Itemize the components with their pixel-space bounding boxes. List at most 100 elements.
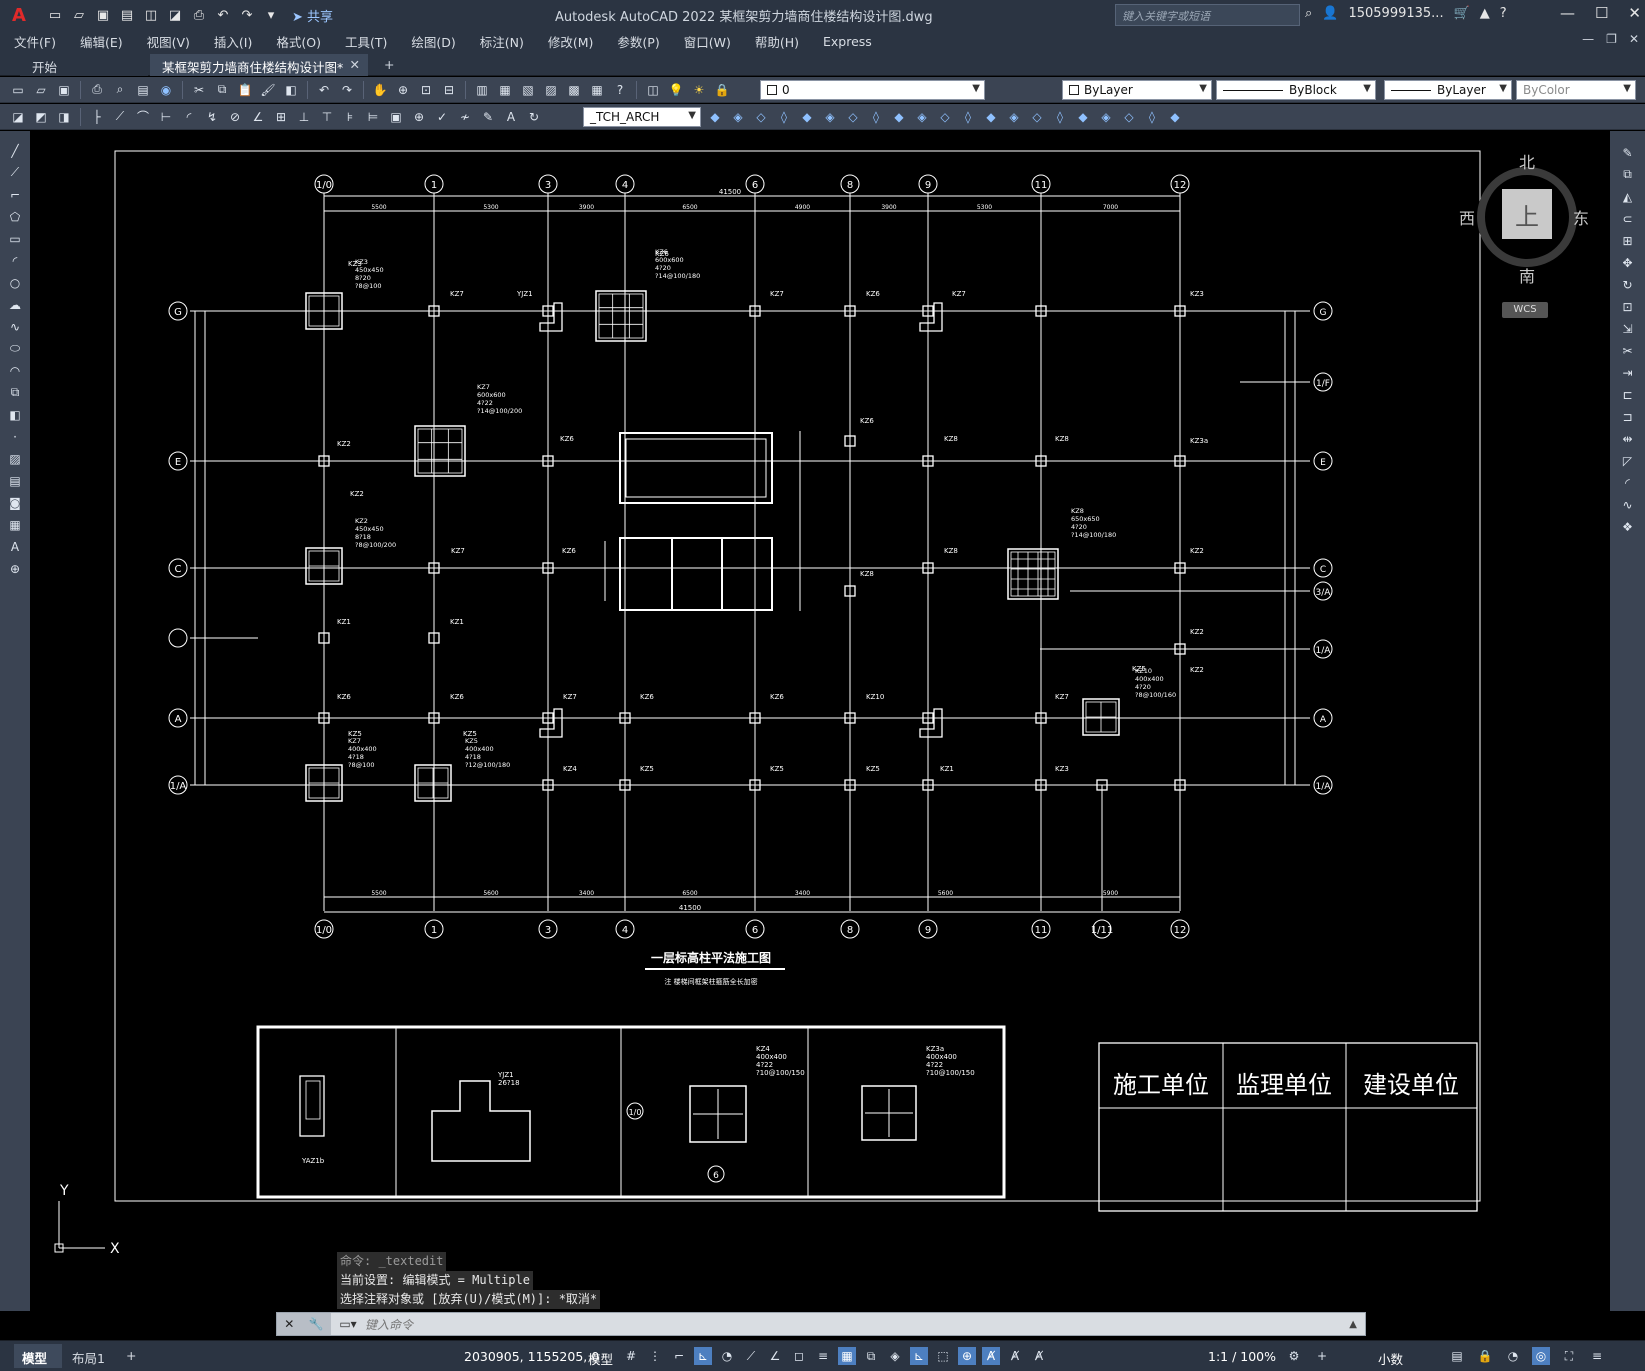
tab-drawing[interactable]: 某框架剪力墙商住楼结构设计图* ✕ <box>150 54 368 76</box>
menu-item-edit[interactable]: 编辑(E) <box>80 32 123 51</box>
zoom-previous-icon[interactable]: ⊟ <box>439 80 459 100</box>
layer-freeze-icon[interactable]: ☀ <box>689 80 709 100</box>
move-icon[interactable]: ✥ <box>1618 253 1638 272</box>
osnap-icon[interactable]: ◻ <box>790 1347 808 1365</box>
make-block-icon[interactable]: ◧ <box>5 405 25 424</box>
drawing-canvas[interactable]: 1/0 1 3 4 6 8 9 11 12 1/0 1 3 4 6 8 9 11 1/11 12 G E C A 1/A G 1/… <box>30 131 1610 1311</box>
doc-restore-icon[interactable]: ❐ <box>1606 32 1617 46</box>
autodesk-icon[interactable]: ▲ <box>1480 6 1490 21</box>
sheet-set-icon[interactable]: ▨ <box>541 80 561 100</box>
join-icon[interactable]: ⇹ <box>1618 429 1638 448</box>
layer-properties-icon[interactable]: ◫ <box>643 80 663 100</box>
viewcube-west[interactable]: 西 <box>1459 205 1475 229</box>
isolate-objects-icon[interactable]: ◔ <box>1504 1347 1522 1365</box>
add-selected-icon[interactable]: ⊕ <box>5 559 25 578</box>
tool-3-icon[interactable]: ◇ <box>751 107 771 127</box>
menu-item-help[interactable]: 帮助(H) <box>755 32 799 51</box>
linetype-dropdown[interactable]: ByBlock ▼ <box>1216 80 1376 100</box>
doc-minimize-icon[interactable]: — <box>1582 32 1594 46</box>
undo-icon[interactable]: ↶ <box>314 80 334 100</box>
circle-icon[interactable]: ○ <box>5 273 25 292</box>
array-icon[interactable]: ⊞ <box>1618 231 1638 250</box>
tool-15-icon[interactable]: ◇ <box>1027 107 1047 127</box>
tool-b-icon[interactable]: ◩ <box>31 107 51 127</box>
ellipse-arc-icon[interactable]: ◠ <box>5 361 25 380</box>
annotation-visibility-icon[interactable]: Ⱥ <box>982 1347 1000 1365</box>
text-style-dropdown[interactable]: _TCH_ARCH ▼ <box>583 107 701 127</box>
tool-6-icon[interactable]: ◈ <box>820 107 840 127</box>
new-tab-button[interactable]: + <box>372 54 406 76</box>
menu-item-parametric[interactable]: 参数(P) <box>617 32 659 51</box>
match-properties-icon[interactable]: 🖌 <box>258 80 278 100</box>
continue-dim-icon[interactable]: ⊤ <box>317 107 337 127</box>
menu-item-insert[interactable]: 插入(I) <box>214 32 252 51</box>
model-space-button[interactable]: 模型 <box>588 1349 613 1368</box>
dim-space-icon[interactable]: ⊧ <box>340 107 360 127</box>
workspace-icon[interactable]: ⚙ <box>1285 1347 1303 1365</box>
lineweight-dropdown[interactable]: ByLayer ▼ <box>1384 80 1512 100</box>
infer-icon[interactable]: ⌐ <box>670 1347 688 1365</box>
redo-icon[interactable]: ↷ <box>238 6 256 24</box>
tool-2-icon[interactable]: ◈ <box>728 107 748 127</box>
tool-19-icon[interactable]: ◇ <box>1119 107 1139 127</box>
tool-7-icon[interactable]: ◇ <box>843 107 863 127</box>
coordinates-readout[interactable]: 2030905, 1155205, 0 <box>464 1349 599 1364</box>
dim-update-icon[interactable]: ↻ <box>524 107 544 127</box>
break-icon[interactable]: ⊐ <box>1618 407 1638 426</box>
hatch-icon[interactable]: ▨ <box>5 449 25 468</box>
dim-edit-icon[interactable]: ✎ <box>478 107 498 127</box>
spline-icon[interactable]: ∿ <box>5 317 25 336</box>
design-center-icon[interactable]: ▦ <box>495 80 515 100</box>
snap-icon[interactable]: ⋮ <box>646 1347 664 1365</box>
clean-screen-icon[interactable]: ⛶ <box>1560 1347 1578 1365</box>
doc-close-icon[interactable]: ✕ <box>1629 32 1639 46</box>
3d-osnap-icon[interactable]: ◈ <box>886 1347 904 1365</box>
tool-9-icon[interactable]: ◆ <box>889 107 909 127</box>
menu-item-file[interactable]: 文件(F) <box>14 32 56 51</box>
plot-icon[interactable]: ⎙ <box>87 80 107 100</box>
auto-scale-icon[interactable]: Ⱥ <box>1006 1347 1024 1365</box>
arc-length-icon[interactable]: ⌒ <box>133 107 153 127</box>
construction-line-icon[interactable]: ⟋ <box>5 163 25 182</box>
user-name[interactable]: 1505999135... <box>1348 6 1443 21</box>
tool-1-icon[interactable]: ◆ <box>705 107 725 127</box>
command-input[interactable]: 键入命令 <box>365 1316 413 1333</box>
polyline-icon[interactable]: ⌐ <box>5 185 25 204</box>
help-icon[interactable]: ? <box>610 80 630 100</box>
explode-icon[interactable]: ❖ <box>1618 517 1638 536</box>
tool-13-icon[interactable]: ◆ <box>981 107 1001 127</box>
calculator-icon[interactable]: ▦ <box>587 80 607 100</box>
graphics-performance-icon[interactable]: ◎ <box>1532 1347 1550 1365</box>
minimize-icon[interactable]: — <box>1560 4 1575 22</box>
search-input[interactable]: 键入关键字或短语 <box>1115 4 1300 26</box>
insert-block-icon[interactable]: ⧉ <box>5 383 25 402</box>
tool-16-icon[interactable]: ◊ <box>1050 107 1070 127</box>
annotation-scale[interactable]: 1:1 / 100% <box>1208 1349 1276 1364</box>
baseline-dim-icon[interactable]: ⊥ <box>294 107 314 127</box>
plotstyle-dropdown[interactable]: ByColor ▼ <box>1516 80 1636 100</box>
menu-item-dimension[interactable]: 标注(N) <box>480 32 524 51</box>
blend-icon[interactable]: ∿ <box>1618 495 1638 514</box>
lock-ui-icon[interactable]: 🔒 <box>1476 1347 1494 1365</box>
transparency-icon[interactable]: ▦ <box>838 1347 856 1365</box>
annotation-monitor-icon[interactable]: + <box>1313 1347 1331 1365</box>
copy-icon[interactable]: ⧉ <box>212 80 232 100</box>
open-icon[interactable]: ▱ <box>70 6 88 24</box>
tool-c-icon[interactable]: ◨ <box>54 107 74 127</box>
menu-item-draw[interactable]: 绘图(D) <box>411 32 455 51</box>
command-prompt-icon[interactable]: ▭▾ <box>331 1317 365 1331</box>
maximize-icon[interactable]: ☐ <box>1595 4 1608 22</box>
chevron-up-icon[interactable]: ▲ <box>1349 1319 1357 1330</box>
gizmo-icon[interactable]: ⊕ <box>958 1347 976 1365</box>
new-icon[interactable]: ▭ <box>8 80 28 100</box>
save-icon[interactable]: ▣ <box>54 80 74 100</box>
erase-icon[interactable]: ✎ <box>1618 143 1638 162</box>
autocad-logo[interactable]: A <box>0 0 38 30</box>
new-icon[interactable]: ▭ <box>46 6 64 24</box>
tool-21-icon[interactable]: ◆ <box>1165 107 1185 127</box>
selection-filter-icon[interactable]: ⬚ <box>934 1347 952 1365</box>
tool-20-icon[interactable]: ◊ <box>1142 107 1162 127</box>
menu-item-view[interactable]: 视图(V) <box>147 32 190 51</box>
redo-icon[interactable]: ↷ <box>337 80 357 100</box>
tool-8-icon[interactable]: ◊ <box>866 107 886 127</box>
